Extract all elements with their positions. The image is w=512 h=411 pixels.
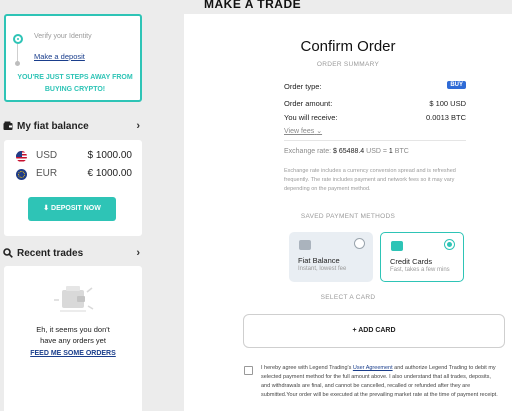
search-icon: [3, 248, 13, 258]
recent-trades-title: Recent trades: [17, 248, 84, 259]
receive-label: You will receive:: [284, 113, 338, 122]
balance-row-usd: USD $ 1000.00: [16, 148, 132, 164]
currency-amount: $ 1000.00: [87, 150, 133, 161]
radio-selected[interactable]: [444, 239, 455, 250]
steps-message: YOU'RE JUST STEPS AWAY FROM BUYING CRYPT…: [17, 74, 133, 93]
receive-row: You will receive: 0.0013 BTC: [284, 113, 466, 122]
recent-trades-header[interactable]: Recent trades ›: [0, 243, 146, 265]
order-type-row: Order type: BUY: [284, 81, 466, 91]
exchange-rate-btc: 1: [388, 148, 393, 155]
wallet-icon: [3, 121, 13, 130]
chevron-down-icon: ⌄: [316, 128, 323, 135]
chevron-right-icon[interactable]: ›: [136, 120, 140, 132]
currency-amount: € 1000.00: [87, 168, 133, 179]
order-type-label: Order type:: [284, 82, 322, 91]
divider: [284, 140, 466, 141]
order-amount-row: Order amount: $ 100 USD: [284, 99, 466, 108]
confirm-order-panel: Confirm Order ORDER SUMMARY Order type: …: [184, 14, 512, 411]
fiat-balance-card: USD $ 1000.00 EUR € 1000.00 ⬇ DEPOSIT NO…: [4, 140, 142, 236]
feed-me-orders-link[interactable]: FEED ME SOME ORDERS: [14, 350, 132, 357]
eu-flag-icon: [16, 169, 27, 180]
payment-method-fiat-balance[interactable]: Fiat Balance Instant, lowest fee: [289, 232, 373, 282]
payment-method-name: Fiat Balance: [298, 256, 340, 265]
receive-value: 0.0013 BTC: [425, 113, 466, 122]
saved-payment-methods-label: SAVED PAYMENT METHODS: [300, 213, 396, 220]
view-fees-toggle[interactable]: View fees ⌄: [284, 127, 322, 135]
fiat-balance-title: My fiat balance: [17, 121, 89, 132]
agreement-text: I hereby agree with Legend Trading's Use…: [261, 365, 498, 398]
empty-wallet-illustration-icon: [54, 286, 94, 312]
buy-badge: BUY: [447, 81, 466, 89]
credit-card-icon: [391, 241, 403, 251]
empty-orders-message: Eh, it seems you don't have any orders y…: [36, 325, 110, 345]
exchange-rate-value: $ 65488.4: [333, 148, 365, 155]
payment-method-sub: Instant, lowest fee: [298, 266, 347, 272]
select-card-label: SELECT A CARD: [320, 294, 376, 301]
step-pending-icon: [15, 61, 20, 66]
step-make-deposit-link[interactable]: Make a deposit: [34, 52, 85, 61]
page-title: MAKE A TRADE: [204, 0, 302, 11]
onboarding-steps-card: Verify your Identity Make a deposit YOU'…: [4, 14, 142, 102]
add-card-button[interactable]: + ADD CARD: [243, 314, 505, 348]
step-current-icon: [13, 34, 23, 44]
wallet-icon: [299, 240, 311, 250]
recent-trades-card: Eh, it seems you don't have any orders y…: [4, 266, 142, 411]
currency-code: USD: [36, 150, 58, 161]
download-arrow-icon: ⬇: [43, 205, 52, 212]
order-amount-value: $ 100 USD: [429, 99, 466, 108]
confirm-order-title: Confirm Order: [300, 38, 396, 55]
step-verify-identity: Verify your Identity: [34, 33, 92, 40]
user-agreement-link[interactable]: User Agreement: [353, 365, 393, 371]
order-summary-label: ORDER SUMMARY: [316, 61, 380, 68]
deposit-now-button[interactable]: ⬇ DEPOSIT NOW: [28, 197, 116, 221]
left-column: Verify your Identity Make a deposit YOU'…: [0, 0, 146, 411]
balance-row-eur: EUR € 1000.00: [16, 166, 132, 182]
currency-code: EUR: [36, 168, 58, 179]
fiat-balance-header[interactable]: My fiat balance ›: [0, 116, 146, 138]
payment-method-sub: Fast, takes a few mins: [390, 267, 450, 273]
agreement-checkbox[interactable]: [244, 366, 253, 375]
order-amount-label: Order amount:: [284, 99, 333, 108]
us-flag-icon: [16, 151, 27, 162]
payment-method-credit-cards[interactable]: Credit Cards Fast, takes a few mins: [380, 232, 464, 282]
radio-unselected[interactable]: [354, 238, 365, 249]
chevron-right-icon[interactable]: ›: [136, 247, 140, 259]
payment-method-name: Credit Cards: [390, 257, 433, 266]
exchange-rate-note: Exchange rate includes a currency conver…: [284, 168, 456, 192]
exchange-rate: Exchange rate: $ 65488.4 USD = 1 BTC: [284, 148, 409, 155]
